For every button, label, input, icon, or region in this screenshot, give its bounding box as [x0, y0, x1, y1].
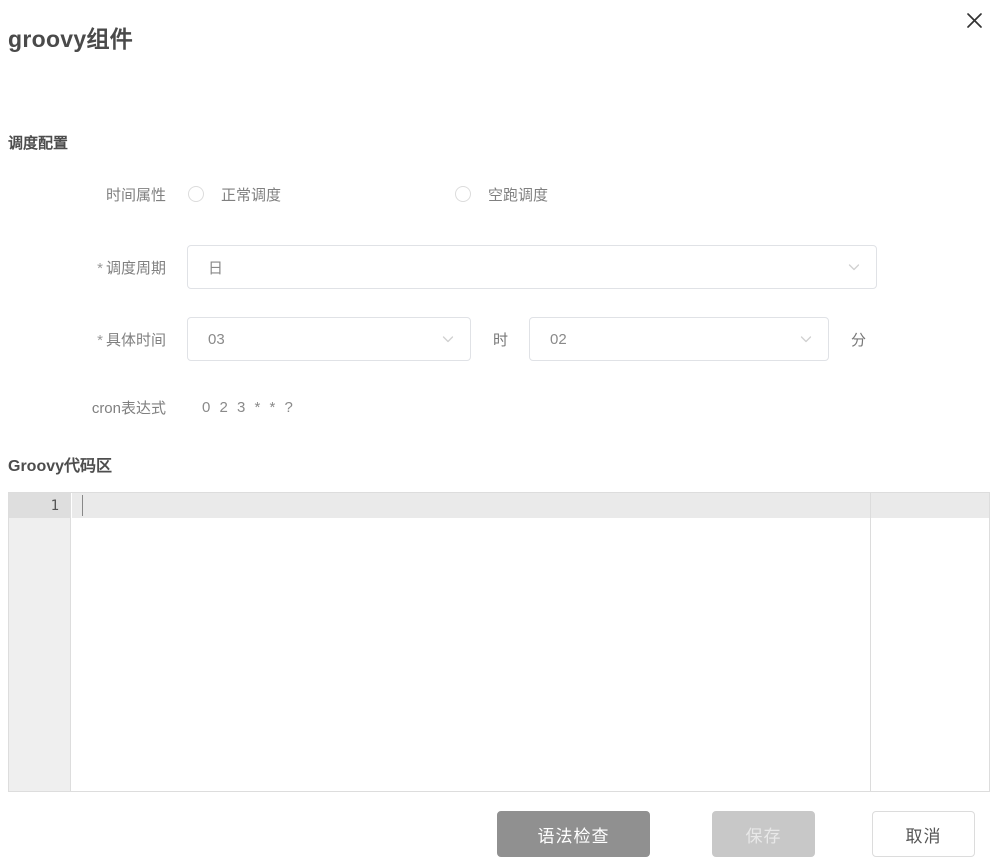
specific-time-label: * 具体时间	[0, 329, 166, 350]
close-icon[interactable]	[960, 6, 988, 34]
radio-dry-run-schedule-label: 空跑调度	[488, 186, 549, 204]
required-marker: *	[97, 259, 103, 277]
required-marker: *	[97, 331, 103, 349]
hour-unit-label: 时	[493, 331, 509, 349]
specific-time-minute-select[interactable]: 02	[529, 317, 830, 361]
schedule-cycle-label: * 调度周期	[0, 257, 166, 278]
editor-gutter: 1	[9, 493, 71, 791]
radio-normal-schedule[interactable]: 正常调度	[188, 184, 281, 205]
specific-time-label-text: 具体时间	[105, 331, 166, 349]
cron-expression-label: cron表达式	[91, 399, 166, 417]
specific-time-row: * 具体时间 03 时 02 分	[0, 317, 1000, 361]
schedule-cycle-value: 日	[208, 259, 224, 277]
code-section-title: Groovy代码区	[8, 458, 113, 475]
cron-expression-row: cron表达式 0 2 3 * * ?	[0, 395, 1000, 419]
cancel-button[interactable]: 取消	[872, 811, 975, 857]
text-cursor	[82, 495, 83, 516]
specific-time-hour-value: 03	[208, 330, 225, 348]
schedule-cycle-select[interactable]: 日	[187, 245, 877, 289]
line-number: 1	[9, 493, 71, 518]
editor-code-area[interactable]	[72, 493, 989, 791]
groovy-component-dialog: groovy组件 调度配置 时间属性 正常调度 空跑调度 * 调度周期 日 * …	[0, 0, 1000, 863]
radio-circle-icon	[455, 186, 472, 202]
time-attribute-label: 时间属性	[105, 186, 166, 204]
save-button[interactable]: 保存	[712, 811, 815, 857]
radio-normal-schedule-label: 正常调度	[221, 186, 282, 204]
dialog-footer: 语法检查 保存 取消	[0, 808, 1000, 860]
chevron-down-icon	[847, 260, 861, 274]
specific-time-minute-value: 02	[550, 330, 567, 348]
active-line-highlight	[72, 493, 989, 518]
schedule-section-title: 调度配置	[8, 135, 69, 152]
chevron-down-icon	[799, 332, 813, 346]
chevron-down-icon	[441, 332, 455, 346]
editor-vertical-ruler	[870, 493, 871, 791]
page-title: groovy组件	[8, 26, 134, 52]
schedule-cycle-row: * 调度周期 日	[0, 245, 1000, 289]
schedule-cycle-label-text: 调度周期	[105, 259, 166, 277]
minute-unit-label: 分	[851, 331, 867, 349]
time-attribute-row: 时间属性 正常调度 空跑调度	[0, 180, 1000, 208]
groovy-code-editor[interactable]: 1	[8, 492, 990, 792]
time-attribute-radio-group: 正常调度 空跑调度	[188, 184, 548, 205]
syntax-check-button[interactable]: 语法检查	[497, 811, 650, 857]
cron-expression-value: 0 2 3 * * ?	[202, 398, 296, 416]
specific-time-hour-select[interactable]: 03	[187, 317, 471, 361]
radio-dry-run-schedule[interactable]: 空跑调度	[455, 184, 548, 205]
radio-circle-icon	[188, 186, 204, 202]
